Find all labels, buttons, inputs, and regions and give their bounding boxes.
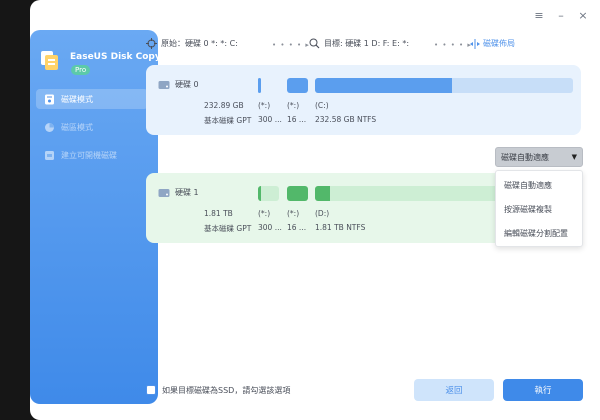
target-part-1-letter: (*:) (258, 209, 271, 218)
target-used-fill (315, 186, 331, 201)
target-disk-title: 硬碟 1 (158, 187, 199, 198)
source-disk-title: 硬碟 0 (158, 79, 199, 90)
target-path-label: 目標: 硬碟 1 D: F: E: *: (324, 39, 410, 48)
source-used-fill (315, 78, 452, 93)
target-disk-type: 基本磁碟 GPT (204, 224, 252, 233)
minimize-button[interactable]: – (554, 8, 568, 22)
copy-mode-menu: 磁碟自動適應 按源磁碟複製 編輯磁碟分割配置 (495, 170, 583, 247)
source-partition-bar-2[interactable] (287, 78, 308, 93)
source-partition-bar-1[interactable] (258, 78, 261, 93)
path-separator: • • • • ▸ (272, 41, 310, 49)
sidebar-item-bootable-disk[interactable]: 建立可開機磁碟 (36, 145, 148, 165)
sidebar-item-disk-mode[interactable]: 磁碟模式 (36, 89, 148, 109)
target-part-1-size: 300 ... (258, 223, 282, 232)
disk-mode-icon (45, 94, 54, 104)
app-logo-icon (41, 51, 58, 70)
sidebar-item-label: 磁區模式 (61, 122, 93, 132)
source-disk-size: 232.89 GB (204, 101, 244, 110)
source-part-2-letter: (*:) (287, 101, 300, 110)
source-disk-name: 硬碟 0 (175, 80, 199, 89)
target-disk-size: 1.81 TB (204, 209, 233, 218)
menu-item-copy-as-source[interactable]: 按源磁碟複製 (504, 204, 552, 215)
pro-badge: Pro (71, 65, 91, 75)
partition-mode-icon (45, 122, 54, 132)
source-part-1-size: 300 ... (258, 115, 282, 124)
target-disk-icon (309, 38, 320, 49)
close-button[interactable]: × (576, 8, 590, 22)
path-separator: • • • • ▸ (434, 41, 472, 49)
ssd-checkbox-label: 如果目標磁碟為SSD，請勾選該選項 (162, 386, 291, 395)
layout-icon (470, 38, 480, 49)
back-button[interactable]: 返回 (414, 379, 494, 401)
source-disk-card[interactable]: 硬碟 0 232.89 GB 基本磁碟 GPT (*:) 300 ... (*:… (146, 65, 581, 135)
target-part-3-letter: (D:) (315, 209, 330, 218)
source-partition-bar-3[interactable] (315, 78, 573, 93)
source-disk-type: 基本磁碟 GPT (204, 116, 252, 125)
disk-layout-label: 磁碟佈局 (483, 39, 515, 48)
menu-item-edit-layout[interactable]: 編輯磁碟分割配置 (504, 228, 568, 239)
hard-drive-icon (158, 80, 170, 89)
run-button[interactable]: 執行 (503, 379, 583, 401)
source-part-2-size: 16 ... (287, 115, 307, 124)
menu-item-auto-fit[interactable]: 磁碟自動適應 (504, 180, 552, 191)
caret-down-icon: ▼ (571, 153, 577, 161)
app-window: ≡ – × EaseUS Disk Copy Pro 磁碟模式 磁區模式 建立可… (30, 0, 600, 420)
sidebar-item-label: 磁碟模式 (61, 94, 93, 104)
source-path: 原始：硬碟 0 *: *: C: (146, 38, 238, 49)
disk-layout-link[interactable]: 磁碟佈局 (470, 38, 515, 49)
copy-mode-selected: 磁碟自動適應 (501, 152, 549, 162)
source-part-1-letter: (*:) (258, 101, 271, 110)
ssd-checkbox[interactable] (146, 385, 156, 395)
app-name: EaseUS Disk Copy (70, 52, 161, 62)
sidebar: EaseUS Disk Copy Pro 磁碟模式 磁區模式 建立可開機磁碟 (30, 30, 161, 404)
target-partition-bar-1[interactable] (258, 186, 279, 201)
hard-drive-icon (158, 188, 170, 197)
source-path-label: 原始：硬碟 0 *: *: C: (161, 39, 238, 48)
target-partition-bar-2[interactable] (287, 186, 308, 201)
target-disk-name: 硬碟 1 (175, 188, 199, 197)
source-part-3-letter: (C:) (315, 101, 329, 110)
target-part-2-letter: (*:) (287, 209, 300, 218)
target-part-1-fill (258, 186, 262, 201)
sidebar-item-label: 建立可開機磁碟 (61, 150, 117, 160)
bootable-disk-icon (45, 150, 54, 160)
target-path: 目標: 硬碟 1 D: F: E: *: (309, 38, 409, 49)
sidebar-item-partition-mode[interactable]: 磁區模式 (36, 117, 148, 137)
source-part-3-size: 232.58 GB NTFS (315, 115, 377, 124)
copy-mode-dropdown[interactable]: 磁碟自動適應 ▼ (495, 147, 583, 167)
menu-icon[interactable]: ≡ (532, 8, 546, 22)
target-part-3-size: 1.81 TB NTFS (315, 223, 366, 232)
crosshair-icon (146, 38, 157, 49)
target-part-2-size: 16 ... (287, 223, 307, 232)
